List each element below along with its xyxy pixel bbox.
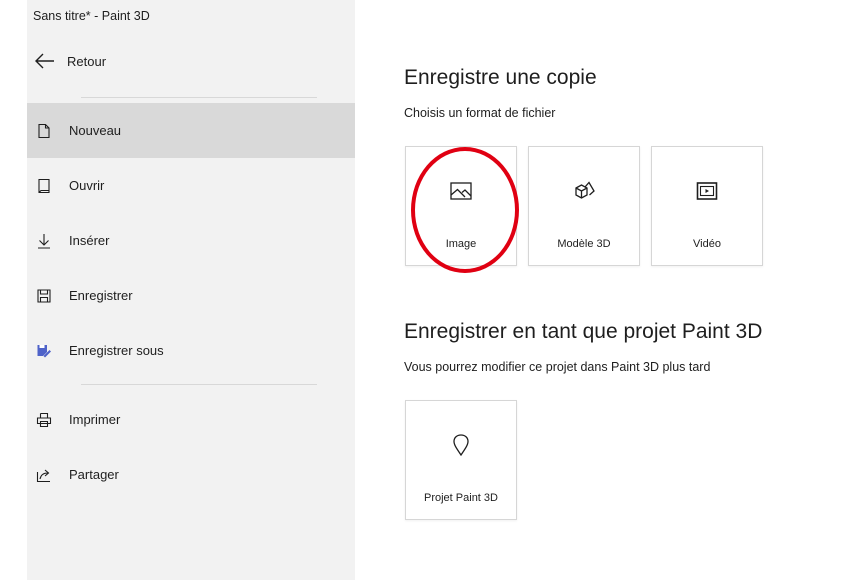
sidebar-item-label: Insérer [69,233,110,248]
share-icon [36,467,52,483]
format-label: Modèle 3D [557,238,611,250]
3d-model-icon [529,179,639,209]
back-label: Retour [67,53,107,69]
save-project-title: Enregistrer en tant que projet Paint 3D [404,320,763,343]
sidebar-item-partager[interactable]: Partager [27,447,355,502]
open-file-icon [36,178,52,194]
printer-icon [36,412,52,428]
save-as-icon [36,343,52,359]
format-label: Vidéo [693,238,721,250]
sidebar-item-nouveau[interactable]: Nouveau [27,103,355,158]
window-title: Sans titre* - Paint 3D [33,9,150,23]
sidebar-item-label: Enregistrer sous [69,343,164,358]
back-button[interactable]: Retour [33,48,106,74]
format-video-button[interactable]: Vidéo [651,146,763,266]
back-arrow-icon [35,53,54,69]
video-icon [652,179,762,209]
sidebar-item-enregistrer-sous[interactable]: Enregistrer sous [27,323,355,378]
project-label: Projet Paint 3D [424,492,498,504]
insert-arrow-icon [36,233,52,249]
sidebar-item-ouvrir[interactable]: Ouvrir [27,158,355,213]
sidebar-item-label: Imprimer [69,412,121,427]
sidebar-item-inserer[interactable]: Insérer [27,213,355,268]
format-image-button[interactable]: Image [405,146,517,266]
new-file-icon [36,123,52,139]
sidebar-item-label: Ouvrir [69,178,105,193]
paint3d-project-icon [406,433,516,463]
format-label: Image [445,238,477,250]
save-copy-title: Enregistre une copie [404,66,597,89]
sidebar-item-label: Nouveau [69,123,122,138]
format-3d-model-button[interactable]: Modèle 3D [528,146,640,266]
image-icon [406,179,516,209]
sidebar-divider [81,97,317,98]
sidebar-item-enregistrer[interactable]: Enregistrer [27,268,355,323]
save-project-subtitle: Vous pourrez modifier ce projet dans Pai… [404,360,711,374]
save-copy-subtitle: Choisis un format de fichier [404,106,556,120]
save-disk-icon [36,288,52,304]
sidebar-item-label: Enregistrer [69,288,133,303]
paint3d-project-button[interactable]: Projet Paint 3D [405,400,517,520]
sidebar-item-imprimer[interactable]: Imprimer [27,392,355,447]
sidebar-item-label: Partager [69,467,119,482]
sidebar-divider [81,384,317,385]
